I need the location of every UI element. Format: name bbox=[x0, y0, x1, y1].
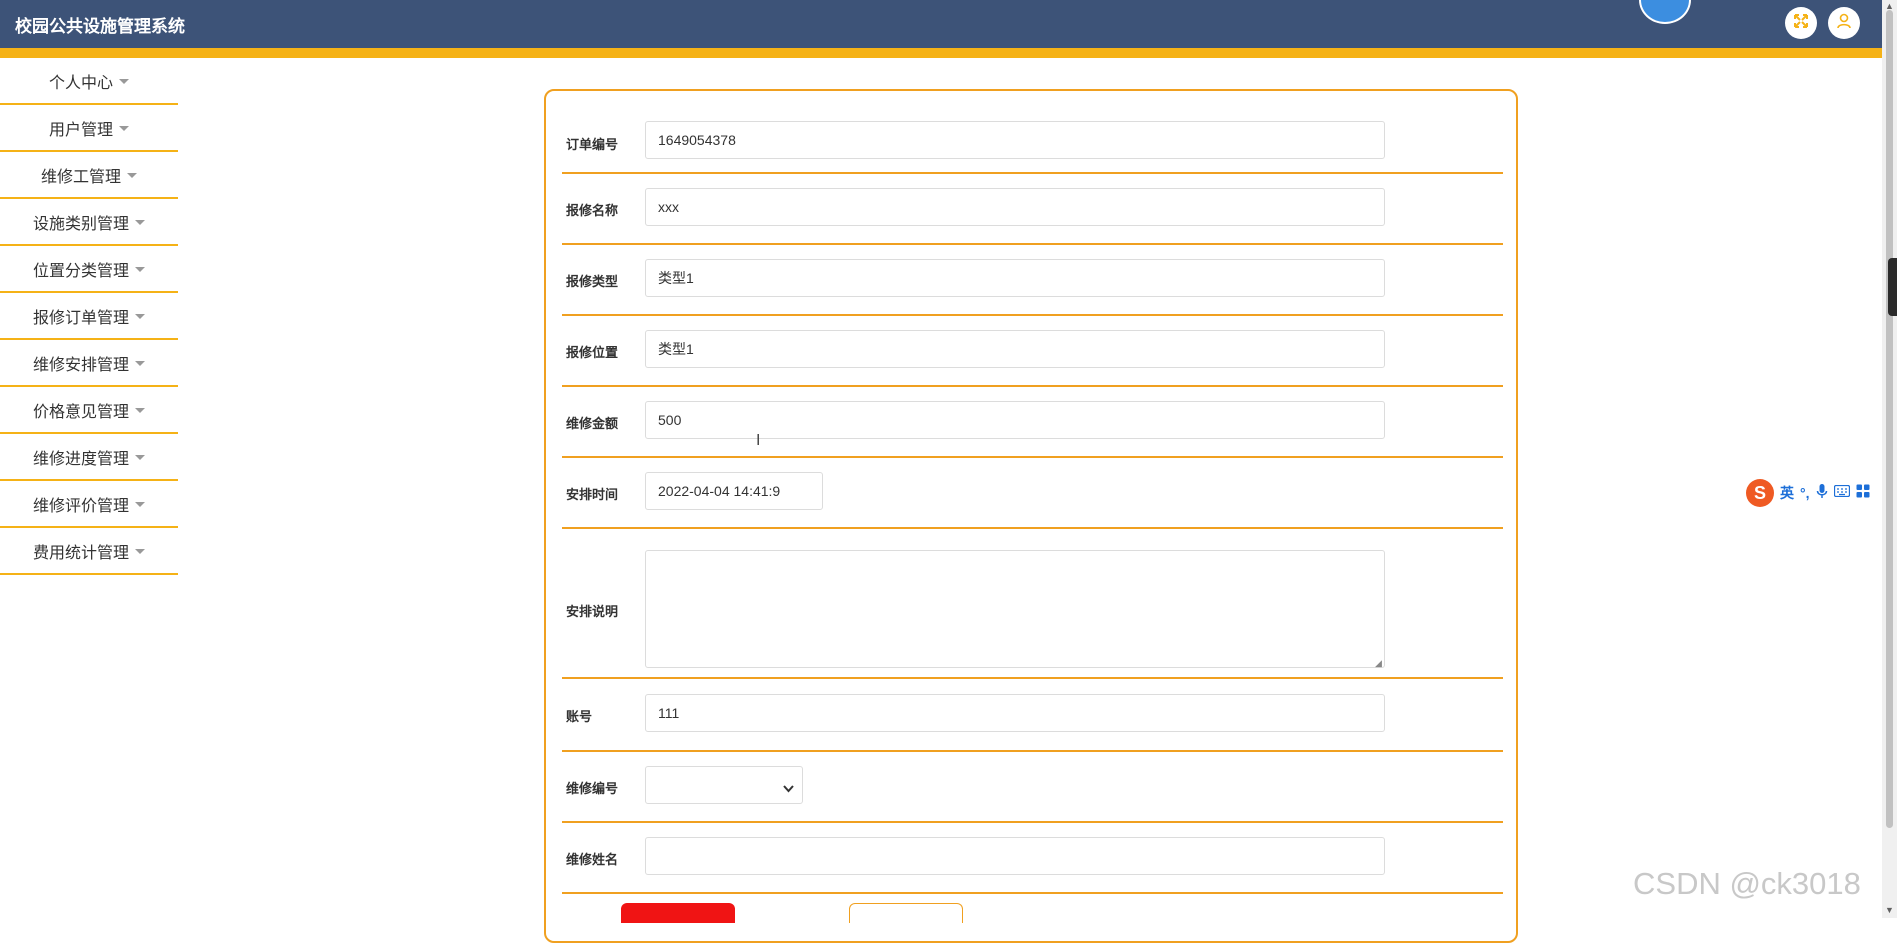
field-label: 订单编号 bbox=[566, 137, 619, 152]
schedule-note-textarea[interactable] bbox=[645, 550, 1385, 668]
field-label: 维修编号 bbox=[566, 781, 619, 796]
chevron-down-icon bbox=[783, 780, 794, 798]
sidebar-item-facility-category[interactable]: 设施类别管理 bbox=[0, 199, 178, 246]
sidebar-item-repair-progress[interactable]: 维修进度管理 bbox=[0, 434, 178, 481]
sidebar-item-label: 位置分类管理 bbox=[32, 262, 129, 280]
sidebar-item-user-management[interactable]: 用户管理 bbox=[0, 105, 178, 152]
form-row-schedule-note: 安排说明 ◢ bbox=[562, 529, 1503, 679]
sogou-logo-icon[interactable]: S bbox=[1746, 479, 1774, 507]
sidebar-item-label: 个人中心 bbox=[48, 74, 113, 92]
page-scrollbar-thumb[interactable] bbox=[1886, 10, 1893, 828]
fullscreen-icon bbox=[1793, 13, 1809, 34]
side-panel-handle[interactable] bbox=[1888, 258, 1897, 316]
fullscreen-button[interactable] bbox=[1785, 7, 1817, 39]
header-accent-stripe bbox=[0, 48, 1882, 58]
ime-toolbar: S 英 °, bbox=[1746, 478, 1897, 508]
field-label: 维修姓名 bbox=[566, 852, 619, 867]
scroll-up-icon[interactable]: ▲ bbox=[1884, 1, 1895, 12]
sidebar-item-label: 维修评价管理 bbox=[32, 497, 129, 515]
form-row-repair-worker-name: 维修姓名 bbox=[562, 823, 1503, 894]
caret-down-icon bbox=[135, 314, 145, 319]
sidebar-item-repair-schedule[interactable]: 维修安排管理 bbox=[0, 340, 178, 387]
schedule-time-input[interactable] bbox=[645, 472, 823, 510]
repair-name-input[interactable] bbox=[645, 188, 1385, 226]
form-row-repair-name: 报修名称 bbox=[562, 174, 1503, 245]
repair-worker-name-input[interactable] bbox=[645, 837, 1385, 875]
field-label: 报修类型 bbox=[566, 274, 619, 289]
sidebar-item-price-feedback[interactable]: 价格意见管理 bbox=[0, 387, 178, 434]
microphone-icon[interactable] bbox=[1816, 483, 1828, 504]
repair-location-input[interactable] bbox=[645, 330, 1385, 368]
caret-down-icon bbox=[119, 79, 129, 84]
sidebar-item-location-category[interactable]: 位置分类管理 bbox=[0, 246, 178, 293]
sidebar-item-repair-review[interactable]: 维修评价管理 bbox=[0, 481, 178, 528]
edit-form-card: 订单编号 报修名称 报修类型 报修位置 维修金额 安排时间 安排说明 ◢ 账号 … bbox=[544, 89, 1518, 943]
sidebar-nav: 个人中心 用户管理 维修工管理 设施类别管理 位置分类管理 报修订单管理 维修安… bbox=[0, 58, 178, 575]
app-title: 校园公共设施管理系统 bbox=[15, 17, 185, 36]
form-row-repair-type: 报修类型 bbox=[562, 245, 1503, 316]
sidebar-item-cost-statistics[interactable]: 费用统计管理 bbox=[0, 528, 178, 575]
ime-language-toggle[interactable]: 英 bbox=[1780, 483, 1794, 503]
cancel-button[interactable] bbox=[849, 903, 963, 923]
ime-toolbox-icon[interactable] bbox=[1856, 484, 1870, 503]
caret-down-icon bbox=[135, 220, 145, 225]
sidebar-item-label: 维修工管理 bbox=[40, 168, 121, 186]
sidebar-item-label: 费用统计管理 bbox=[32, 544, 129, 562]
form-row-order-no: 订单编号 bbox=[562, 91, 1503, 174]
sidebar-item-label: 价格意见管理 bbox=[32, 403, 129, 421]
csdn-watermark: CSDN @ck3018 bbox=[1633, 866, 1861, 901]
field-label: 安排时间 bbox=[566, 487, 619, 502]
form-row-repair-location: 报修位置 bbox=[562, 316, 1503, 387]
field-label: 维修金额 bbox=[566, 416, 619, 431]
user-menu-button[interactable] bbox=[1828, 7, 1860, 39]
caret-down-icon bbox=[135, 408, 145, 413]
repair-worker-no-select[interactable] bbox=[645, 766, 803, 804]
sidebar-item-label: 设施类别管理 bbox=[32, 215, 129, 233]
caret-down-icon bbox=[135, 549, 145, 554]
sidebar-item-label: 维修安排管理 bbox=[32, 356, 129, 374]
top-header: 校园公共设施管理系统 bbox=[0, 0, 1882, 48]
sidebar-item-label: 报修订单管理 bbox=[32, 309, 129, 327]
sidebar-item-label: 维修进度管理 bbox=[32, 450, 129, 468]
field-label: 报修位置 bbox=[566, 345, 619, 360]
repair-type-input[interactable] bbox=[645, 259, 1385, 297]
field-label: 安排说明 bbox=[566, 604, 619, 619]
form-row-repair-worker-no: 维修编号 bbox=[562, 752, 1503, 823]
resize-grip-icon[interactable]: ◢ bbox=[1375, 658, 1382, 669]
form-row-repair-amount: 维修金额 bbox=[562, 387, 1503, 458]
field-label: 账号 bbox=[566, 709, 593, 724]
caret-down-icon bbox=[127, 173, 137, 178]
keyboard-icon[interactable] bbox=[1833, 484, 1850, 502]
caret-down-icon bbox=[135, 502, 145, 507]
submit-button[interactable] bbox=[621, 903, 735, 923]
caret-down-icon bbox=[135, 455, 145, 460]
form-row-account: 账号 bbox=[562, 679, 1503, 752]
form-row-schedule-time: 安排时间 bbox=[562, 458, 1503, 529]
text-cursor-icon: I bbox=[756, 432, 761, 449]
scroll-down-icon[interactable]: ▼ bbox=[1884, 905, 1895, 916]
ime-punctuation-toggle[interactable]: °, bbox=[1800, 485, 1810, 501]
user-icon bbox=[1836, 13, 1852, 34]
sidebar-item-repairman-management[interactable]: 维修工管理 bbox=[0, 152, 178, 199]
caret-down-icon bbox=[135, 267, 145, 272]
caret-down-icon bbox=[119, 126, 129, 131]
sidebar-item-label: 用户管理 bbox=[48, 121, 113, 139]
order-no-input[interactable] bbox=[645, 121, 1385, 159]
sidebar-item-personal-center[interactable]: 个人中心 bbox=[0, 58, 178, 105]
sidebar-item-repair-orders[interactable]: 报修订单管理 bbox=[0, 293, 178, 340]
field-label: 报修名称 bbox=[566, 203, 619, 218]
account-input[interactable] bbox=[645, 694, 1385, 732]
caret-down-icon bbox=[135, 361, 145, 366]
